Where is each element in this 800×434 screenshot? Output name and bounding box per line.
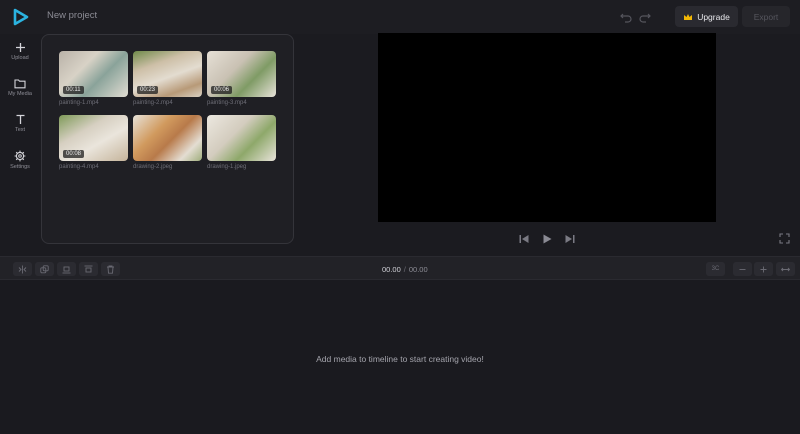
crown-icon	[684, 13, 693, 20]
media-thumbnail[interactable]	[207, 115, 276, 161]
upgrade-button[interactable]: Upgrade	[675, 6, 738, 27]
text-icon	[16, 114, 24, 124]
split-icon	[18, 265, 27, 273]
top-bar: New project Upgrade Export	[0, 0, 800, 34]
time-display: 00.00/00.00	[382, 265, 428, 274]
gear-icon	[14, 150, 26, 162]
sidebar-item-my-media[interactable]: My Media	[0, 78, 40, 97]
skip-forward-icon[interactable]	[564, 233, 576, 245]
duration-badge: 00:08	[63, 150, 85, 158]
duplicate-button[interactable]	[35, 262, 54, 276]
media-name: drawing-2.jpeg	[133, 164, 173, 170]
align-top-button[interactable]	[79, 262, 98, 276]
expand-timeline-button[interactable]	[776, 262, 795, 276]
duration-badge: 00:23	[137, 86, 159, 94]
media-name: painting-1.mp4	[59, 100, 99, 106]
redo-icon[interactable]	[638, 10, 652, 24]
project-title[interactable]: New project	[47, 10, 97, 21]
current-time: 00.00	[382, 265, 401, 274]
align-bottom-icon	[62, 266, 71, 273]
duration-badge: 00:11	[63, 86, 84, 94]
media-name: painting-2.mp4	[133, 100, 173, 106]
minus-icon	[739, 268, 746, 270]
trash-icon	[107, 265, 114, 274]
media-thumbnail[interactable]: 00:11	[59, 51, 128, 97]
timeline-empty-message: Add media to timeline to start creating …	[316, 354, 484, 364]
sidebar-item-text[interactable]: Text	[0, 114, 40, 133]
play-icon[interactable]	[541, 233, 553, 245]
align-top-icon	[84, 265, 93, 272]
sidebar-item-label: Text	[14, 127, 26, 133]
sidebar-item-settings[interactable]: Settings	[0, 150, 40, 170]
app-logo-icon[interactable]	[12, 8, 30, 26]
time-separator: /	[403, 265, 406, 274]
media-name: painting-3.mp4	[207, 100, 247, 106]
sidebar-item-upload[interactable]: Upload	[0, 42, 40, 61]
duration-badge: 00:06	[211, 86, 233, 94]
video-preview[interactable]	[378, 33, 716, 222]
timeline-toolbar: 00.00/00.00 3C	[0, 256, 800, 280]
media-name: painting-4.mp4	[59, 164, 99, 170]
zoom-in-button[interactable]	[754, 262, 773, 276]
zoom-out-button[interactable]	[733, 262, 752, 276]
sidebar-item-label: Settings	[10, 164, 30, 170]
zoom-fit-button[interactable]: 3C	[706, 262, 725, 276]
media-name: drawing-1.jpeg	[207, 164, 247, 170]
fullscreen-icon[interactable]	[779, 233, 790, 244]
plus-icon	[760, 266, 767, 272]
media-thumbnail[interactable]: 00:23	[133, 51, 202, 97]
skip-back-icon[interactable]	[518, 233, 530, 245]
plus-icon	[15, 43, 25, 52]
sidebar-item-label: Upload	[11, 55, 29, 61]
delete-button[interactable]	[101, 262, 120, 276]
media-thumbnail[interactable]: 00:08	[59, 115, 128, 161]
media-thumbnail[interactable]	[133, 115, 202, 161]
split-button[interactable]	[13, 262, 32, 276]
align-bottom-button[interactable]	[57, 262, 76, 276]
timeline-area[interactable]: Add media to timeline to start creating …	[0, 280, 800, 434]
sidebar: Upload My Media Text Settings	[0, 34, 40, 256]
export-button[interactable]: Export	[742, 6, 790, 27]
sidebar-item-label: My Media	[8, 91, 32, 97]
duplicate-icon	[40, 264, 49, 273]
upgrade-label: Upgrade	[697, 11, 730, 22]
total-time: 00.00	[408, 265, 428, 274]
undo-icon[interactable]	[619, 10, 633, 24]
media-library-panel: 00:11 painting-1.mp4 00:23 painting-2.mp…	[41, 34, 294, 244]
media-thumbnail[interactable]: 00:06	[207, 51, 276, 97]
folder-icon	[14, 79, 26, 89]
expand-horizontal-icon	[781, 267, 790, 271]
